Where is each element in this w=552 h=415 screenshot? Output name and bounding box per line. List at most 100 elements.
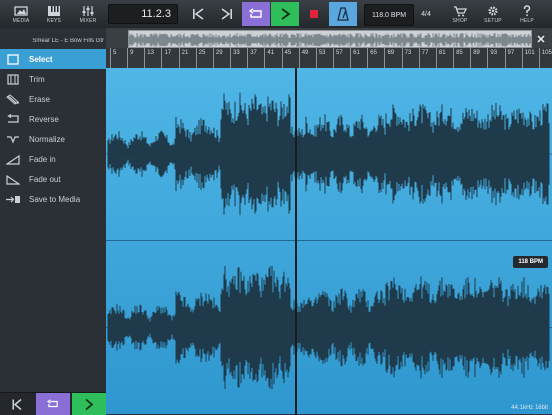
- skip-back-icon: [193, 8, 204, 20]
- play-icon: [281, 8, 291, 20]
- bar-tick-53: 53: [315, 48, 326, 68]
- bar-tick-105: 105: [538, 48, 552, 68]
- tool-save-to-media[interactable]: Save to Media: [0, 189, 106, 209]
- bar-tick-21: 21: [178, 48, 188, 68]
- bar-tick-93: 93: [487, 48, 497, 68]
- trim-icon: [5, 73, 21, 85]
- skip-forward-icon: [221, 8, 232, 20]
- bar-tick-41: 41: [264, 48, 274, 68]
- bar-tick-25: 25: [195, 48, 205, 68]
- skip-back-icon: [12, 398, 22, 410]
- close-icon: ✕: [536, 33, 546, 46]
- keys-label: KEYS: [46, 17, 62, 24]
- bar-tick-81: 81: [435, 48, 446, 68]
- select-icon: [5, 53, 21, 65]
- audio-format-info: 44.1kHz 16bit: [511, 405, 548, 411]
- erase-icon: [5, 93, 21, 105]
- tool-trim[interactable]: Trim: [0, 69, 106, 89]
- metronome-button[interactable]: [329, 2, 357, 26]
- tool-fade-in[interactable]: Fade in: [0, 149, 106, 169]
- playhead[interactable]: [295, 68, 297, 414]
- rewind-to-start-button[interactable]: [184, 2, 212, 26]
- bar-tick-49: 49: [298, 48, 308, 68]
- tool-reverse[interactable]: Reverse: [0, 109, 106, 129]
- tool-erase[interactable]: Erase: [0, 89, 106, 109]
- loop-icon: [46, 399, 58, 408]
- cart-icon: [454, 5, 467, 16]
- setup-button[interactable]: SETUP: [480, 2, 506, 26]
- time-signature-display[interactable]: 4/4: [414, 4, 438, 24]
- metronome-icon: [337, 7, 349, 21]
- bar-tick-85: 85: [453, 48, 463, 68]
- tool-select[interactable]: Select: [0, 49, 106, 69]
- skip-forward-button[interactable]: [213, 2, 241, 26]
- record-icon: [310, 10, 318, 18]
- mixer-icon: [82, 5, 94, 16]
- mixer-label: MIXER: [79, 17, 97, 24]
- track-name: Smear LE - E Bow Fills Gtr: [32, 38, 104, 44]
- play-button[interactable]: [271, 2, 299, 26]
- overview-trace: [129, 33, 531, 47]
- waveform-channel-left: [106, 92, 552, 216]
- tool-label: Save to Media: [29, 194, 81, 204]
- shop-button[interactable]: SHOP: [447, 2, 473, 26]
- bar-ticks[interactable]: 5 9 13 17 21 25 29 33 37 41 45 49 53 57 61 65 69 73 77 81 85…: [106, 48, 552, 68]
- bar-tick-65: 65: [367, 48, 377, 68]
- bar-tick-73: 73: [401, 48, 411, 68]
- bottom-play-button[interactable]: [72, 393, 106, 415]
- help-button[interactable]: HELP: [514, 2, 540, 26]
- bottom-rewind-button[interactable]: [0, 393, 34, 415]
- media-label: MEDIA: [12, 17, 30, 24]
- tool-label: Trim: [29, 74, 45, 84]
- sidebar-transport-bar: [0, 392, 106, 415]
- gear-icon: [488, 6, 498, 15]
- bar-tick-57: 57: [333, 48, 343, 68]
- mixer-button[interactable]: MIXER: [75, 2, 101, 26]
- bar-tick-77: 77: [418, 48, 428, 68]
- shop-label: SHOP: [452, 17, 468, 24]
- tool-fade-out[interactable]: Fade out: [0, 169, 106, 189]
- bar-tick-61: 61: [350, 48, 360, 68]
- song-overview-strip[interactable]: [128, 30, 532, 48]
- timeline-ruler: ✕ 5 9 13 17 21 25 29 33 37 41 45 49 53 57 61 65 69 73 77 81…: [106, 28, 552, 68]
- bottom-loop-button[interactable]: [36, 393, 70, 415]
- tool-label: Fade out: [29, 174, 61, 184]
- bpm-badge: 118 BPM: [513, 256, 548, 268]
- waveform-editor[interactable]: 118 BPM 44.1kHz 16bit: [106, 68, 552, 414]
- bar-tick-37: 37: [247, 48, 257, 68]
- tool-label: Reverse: [29, 114, 59, 124]
- top-toolbar: MEDIA KEYS MIXER 11.2.3 118.0 BPM 4/4 SH…: [0, 0, 552, 29]
- tool-label: Fade in: [29, 154, 56, 164]
- record-button[interactable]: [300, 2, 328, 26]
- media-button[interactable]: MEDIA: [8, 2, 34, 26]
- save-to-media-icon: [5, 193, 21, 205]
- help-label: HELP: [520, 17, 534, 24]
- close-editor-button[interactable]: ✕: [532, 30, 550, 48]
- media-icon: [14, 5, 28, 16]
- tool-label: Normalize: [29, 134, 66, 144]
- fade-in-icon: [5, 153, 21, 165]
- overview-waveform: [129, 33, 531, 47]
- play-icon: [85, 398, 94, 410]
- keys-icon: [48, 5, 60, 16]
- position-display[interactable]: 11.2.3: [108, 4, 178, 24]
- tool-normalize[interactable]: Normalize: [0, 129, 106, 149]
- bar-tick-97: 97: [504, 48, 514, 68]
- bar-tick-29: 29: [212, 48, 223, 68]
- tool-label: Erase: [29, 94, 50, 104]
- bar-tick-33: 33: [230, 48, 240, 68]
- waveform-channel-right: [106, 265, 552, 390]
- normalize-icon: [5, 133, 21, 145]
- tempo-display[interactable]: 118.0 BPM: [364, 4, 414, 26]
- help-icon: [523, 4, 531, 16]
- fade-out-icon: [5, 173, 21, 185]
- bar-tick-101: 101: [521, 48, 535, 68]
- bar-tick-69: 69: [384, 48, 394, 68]
- bar-tick-17: 17: [161, 48, 171, 68]
- keys-button[interactable]: KEYS: [41, 2, 67, 26]
- bar-tick-13: 13: [144, 48, 154, 68]
- loop-button[interactable]: [242, 2, 270, 26]
- setup-label: SETUP: [484, 17, 502, 24]
- tool-sidebar: Smear LE - E Bow Fills Gtr Select Trim E…: [0, 28, 107, 415]
- loop-icon: [248, 8, 262, 18]
